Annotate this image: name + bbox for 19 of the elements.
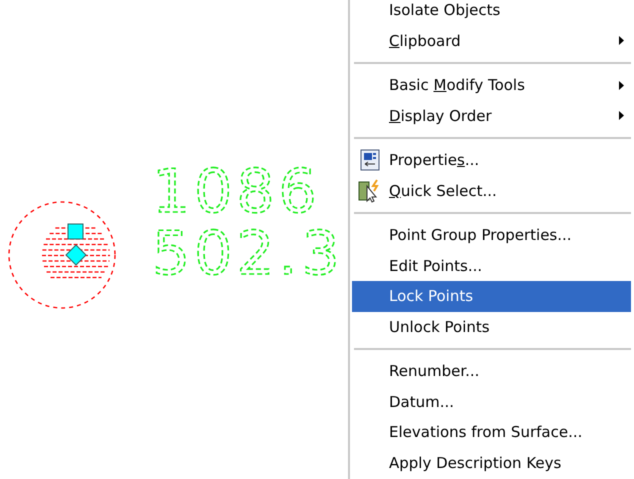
properties-icon bbox=[360, 149, 380, 172]
menu-item[interactable]: Unlock Points bbox=[352, 312, 631, 342]
menu-item[interactable]: Quick Select... bbox=[352, 176, 631, 206]
menu-item[interactable]: Point Group Properties... bbox=[352, 220, 631, 250]
menu-item[interactable]: Renumber... bbox=[352, 356, 631, 386]
menu-item[interactable]: Basic Modify Tools bbox=[352, 70, 631, 100]
square-marker bbox=[68, 224, 84, 240]
hatched-circle bbox=[42, 227, 110, 278]
menu-item[interactable]: Elevations from Surface... bbox=[352, 417, 631, 448]
menu-item[interactable]: Apply Description Keys bbox=[352, 448, 631, 478]
menu-item[interactable]: Clipboard bbox=[352, 26, 631, 56]
diamond-marker bbox=[65, 244, 87, 266]
menu-item[interactable]: Edit Points... bbox=[352, 250, 631, 281]
quick-select-icon bbox=[358, 178, 382, 203]
menu-item[interactable]: Display Order bbox=[352, 100, 631, 131]
menu-item[interactable]: Properties... bbox=[352, 145, 631, 176]
menu-item[interactable]: Isolate Objects bbox=[352, 0, 631, 26]
menu-item[interactable]: Datum... bbox=[352, 386, 631, 417]
menu-item[interactable]: Lock Points bbox=[352, 281, 631, 312]
